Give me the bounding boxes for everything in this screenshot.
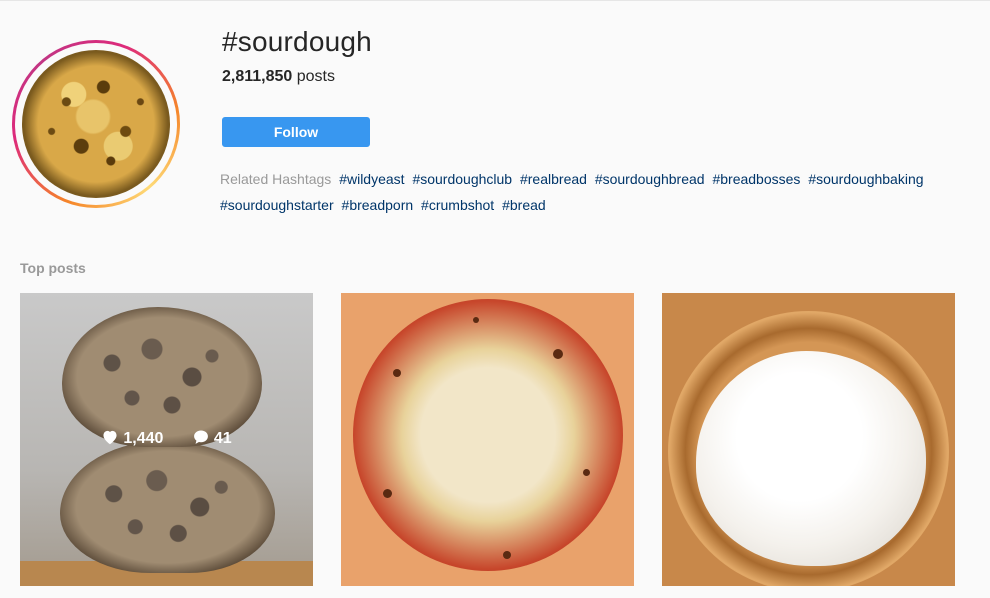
bread-half-top — [62, 307, 262, 447]
related-hashtag-link[interactable]: #sourdoughclub — [412, 171, 512, 187]
top-divider — [0, 0, 990, 1]
related-hashtag-link[interactable]: #breadbosses — [712, 171, 800, 187]
likes-count: 1,440 — [123, 430, 164, 447]
related-hashtag-link[interactable]: #sourdoughbaking — [808, 171, 923, 187]
related-hashtags: Related Hashtags #wildyeast #sourdoughcl… — [220, 166, 940, 218]
hashtag-title: #sourdough — [222, 26, 372, 57]
post-tile[interactable]: 1,440 41 — [20, 293, 313, 586]
post-count-label: posts — [296, 68, 335, 85]
dough-ball — [696, 351, 926, 566]
post-count-value: 2,811,850 — [222, 68, 293, 85]
bread-half-bottom — [60, 441, 275, 573]
related-hashtags-label: Related Hashtags — [220, 171, 332, 187]
pizza-image — [353, 299, 623, 571]
comments-count: 41 — [213, 430, 232, 447]
post-count: 2,811,850 posts — [222, 68, 335, 86]
related-hashtag-link[interactable]: #crumbshot — [421, 197, 494, 213]
related-hashtag-link[interactable]: #realbread — [520, 171, 587, 187]
bowl-image — [668, 311, 949, 586]
top-posts-heading: Top posts — [20, 260, 86, 276]
heart-icon — [103, 430, 117, 445]
related-hashtag-link[interactable]: #sourdoughbread — [595, 171, 705, 187]
comment-bubble-icon — [193, 430, 208, 444]
hashtag-avatar-image — [22, 50, 170, 198]
related-hashtag-link[interactable]: #sourdoughstarter — [220, 197, 334, 213]
related-hashtag-link[interactable]: #bread — [502, 197, 546, 213]
post-tile[interactable] — [341, 293, 634, 586]
comments-stat: 41 — [192, 429, 232, 448]
hashtag-avatar — [12, 40, 180, 208]
likes-stat: 1,440 — [101, 429, 163, 448]
follow-button[interactable]: Follow — [222, 117, 370, 147]
related-hashtag-link[interactable]: #wildyeast — [339, 171, 404, 187]
post-tile[interactable] — [662, 293, 955, 586]
post-stats-overlay: 1,440 41 — [20, 429, 313, 448]
related-hashtag-link[interactable]: #breadporn — [342, 197, 414, 213]
